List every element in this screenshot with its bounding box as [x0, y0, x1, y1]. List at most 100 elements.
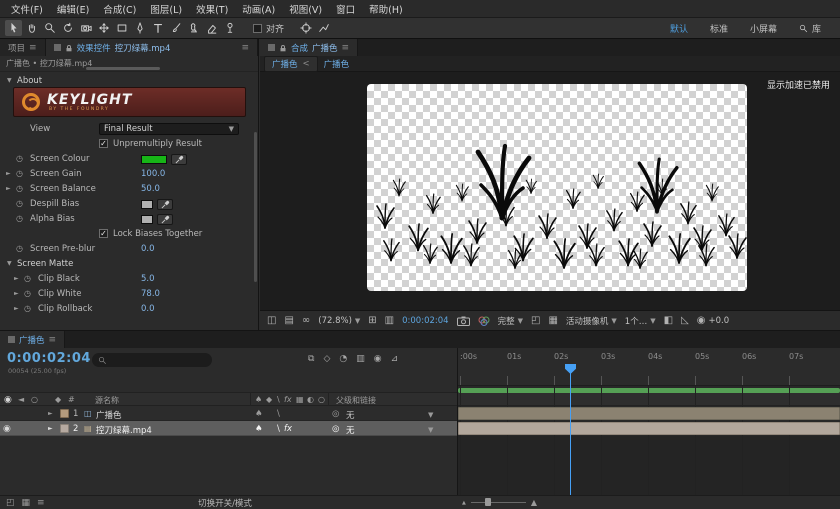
- tab-composition[interactable]: 合成 广播色 ≡: [260, 39, 358, 56]
- comp-mini-flowchart-icon[interactable]: ⧉: [308, 354, 314, 364]
- workspace-small-screen[interactable]: 小屏幕: [750, 22, 777, 35]
- loop-icon[interactable]: ∞: [302, 316, 310, 326]
- expand-in-point-icon[interactable]: ◰: [6, 498, 15, 508]
- parent-select-value[interactable]: 无: [346, 424, 355, 436]
- clip-black-value[interactable]: 5.0: [141, 274, 155, 284]
- menu-file[interactable]: 文件(F): [4, 2, 50, 16]
- stopwatch-icon[interactable]: ◷: [24, 274, 31, 283]
- type-tool-button[interactable]: [149, 20, 166, 36]
- eraser-tool-button[interactable]: [203, 20, 220, 36]
- share-view-icon[interactable]: ◧: [664, 316, 673, 326]
- clip-white-value[interactable]: 78.0: [141, 289, 160, 299]
- show-channel-icon[interactable]: [478, 316, 490, 326]
- vertical-scrollbar[interactable]: [254, 132, 257, 282]
- zoom-in-mountain-icon[interactable]: ▲: [531, 498, 537, 507]
- tab-effect-controls[interactable]: 效果控件 控刀绿幕.mp4 ≡: [46, 39, 258, 56]
- hide-shy-icon[interactable]: ◔: [339, 354, 347, 364]
- fx-badge[interactable]: fx: [284, 424, 292, 434]
- chevron-down-icon[interactable]: ▼: [428, 411, 433, 419]
- layer-name[interactable]: 广播色: [96, 409, 122, 421]
- graph-editor-icon[interactable]: ⊿: [391, 354, 399, 364]
- axis-mode-button-2[interactable]: [315, 20, 332, 36]
- puppet-pin-tool-button[interactable]: [221, 20, 238, 36]
- tab-timeline-comp[interactable]: 广播色 ≡: [0, 331, 65, 348]
- screen-colour-swatch[interactable]: [141, 155, 167, 164]
- rotate-tool-button[interactable]: [59, 20, 76, 36]
- region-of-interest-icon[interactable]: ◰: [531, 316, 540, 326]
- menu-window[interactable]: 窗口: [329, 2, 362, 16]
- eyedropper-button[interactable]: [171, 154, 187, 165]
- motion-blur-icon[interactable]: ◉: [374, 354, 382, 364]
- current-time-field[interactable]: 0:00:02:04: [7, 351, 91, 366]
- view-layout-select[interactable]: 1个… ▼: [625, 315, 656, 327]
- parent-select-value[interactable]: 无: [346, 409, 355, 421]
- timeline-track-area[interactable]: :00s 01s 02s 03s 04s 05s 06s 07s: [458, 348, 840, 495]
- stopwatch-icon[interactable]: ◷: [24, 304, 31, 313]
- viewer-timecode[interactable]: 0:00:02:04: [402, 316, 448, 326]
- pan-behind-tool-button[interactable]: [95, 20, 112, 36]
- layer-row-1[interactable]: ► 1 ◫ 广播色 ♠ \ ◎ 无 ▼: [0, 406, 457, 421]
- stopwatch-icon[interactable]: ◷: [16, 169, 23, 178]
- camera-tool-button[interactable]: [77, 20, 94, 36]
- selection-tool-button[interactable]: [5, 20, 22, 36]
- display-icon[interactable]: ▤: [284, 316, 293, 326]
- effect-row-about[interactable]: ▼ About: [0, 74, 252, 88]
- stopwatch-icon[interactable]: ◷: [24, 289, 31, 298]
- brush-tool-button[interactable]: [167, 20, 184, 36]
- snap-checkbox[interactable]: [253, 24, 262, 33]
- unpremultiply-checkbox[interactable]: ✓: [99, 139, 108, 148]
- lock-biases-checkbox[interactable]: ✓: [99, 229, 108, 238]
- resolution-select[interactable]: 完整 ▼: [498, 315, 523, 327]
- quality-toggle[interactable]: \: [277, 409, 280, 419]
- twirl-right-icon[interactable]: ►: [48, 425, 53, 432]
- composition-marker-icon[interactable]: ≡: [37, 498, 45, 508]
- timeline-search-input[interactable]: [92, 353, 212, 367]
- magnification-select[interactable]: (72.8%) ▼: [318, 316, 360, 326]
- snap-control[interactable]: 对齐: [253, 22, 284, 35]
- screen-balance-value[interactable]: 50.0: [141, 184, 160, 194]
- twirl-down-icon[interactable]: ▼: [7, 260, 12, 267]
- alpha-bias-swatch[interactable]: [141, 215, 153, 224]
- frame-blend-icon[interactable]: ▥: [356, 354, 365, 364]
- tab-project[interactable]: 项目 ≡: [0, 39, 46, 56]
- workspace-standard[interactable]: 标准: [710, 22, 728, 35]
- horizontal-scrollbar[interactable]: [86, 67, 160, 70]
- menu-layer[interactable]: 图层(L): [143, 2, 189, 16]
- despill-bias-swatch[interactable]: [141, 200, 153, 209]
- time-ruler[interactable]: :00s 01s 02s 03s 04s 05s 06s 07s: [458, 348, 840, 386]
- hand-tool-button[interactable]: [23, 20, 40, 36]
- screen-gain-value[interactable]: 100.0: [141, 169, 165, 179]
- eyedropper-button[interactable]: [157, 199, 173, 210]
- twirl-down-icon[interactable]: ▼: [7, 77, 12, 84]
- pickwhip-icon[interactable]: ◎: [332, 424, 339, 434]
- layer-color-chip[interactable]: [60, 409, 69, 418]
- menu-animation[interactable]: 动画(A): [235, 2, 282, 16]
- source-name-column-label[interactable]: 源名称: [95, 395, 119, 406]
- menu-effect[interactable]: 效果(T): [189, 2, 235, 16]
- draft-3d-icon[interactable]: ◇: [323, 354, 330, 364]
- stopwatch-icon[interactable]: ◷: [16, 199, 23, 208]
- comp-crumb-current[interactable]: 广播色 <: [264, 56, 318, 72]
- effect-row-screen-matte[interactable]: ▼ Screen Matte: [0, 257, 252, 271]
- menu-view[interactable]: 视图(V): [282, 2, 329, 16]
- layer-row-2[interactable]: ◉ ► 2 ▤ 控刀绿幕.mp4 ♠ \ fx ◎ 无 ▼: [0, 421, 457, 436]
- eyedropper-button[interactable]: [157, 214, 173, 225]
- composition-frame[interactable]: [367, 84, 747, 291]
- zoom-slider-track[interactable]: [471, 502, 526, 503]
- stopwatch-icon[interactable]: ◷: [16, 184, 23, 193]
- comp-crumb-root[interactable]: 广播色: [324, 58, 350, 70]
- toggle-switches-modes-button[interactable]: 切换开关/模式: [150, 497, 300, 509]
- stopwatch-icon[interactable]: ◷: [16, 214, 23, 223]
- exposure-control[interactable]: ◉ +0.0: [697, 316, 729, 326]
- panel-menu-icon[interactable]: ≡: [241, 43, 249, 53]
- axis-mode-button-1[interactable]: [297, 20, 314, 36]
- pickwhip-icon[interactable]: ◎: [332, 409, 339, 419]
- panel-menu-icon[interactable]: ≡: [29, 43, 37, 53]
- workspace-default[interactable]: 默认: [670, 22, 688, 35]
- timeline-zoom-slider[interactable]: ▲ ▲: [462, 498, 537, 507]
- shy-toggle[interactable]: ♠: [255, 409, 263, 419]
- eye-icon[interactable]: ◉: [3, 424, 11, 434]
- quality-toggle[interactable]: \: [277, 424, 280, 434]
- parent-link-column-label[interactable]: 父级和链接: [336, 395, 376, 406]
- zoom-tool-button[interactable]: [41, 20, 58, 36]
